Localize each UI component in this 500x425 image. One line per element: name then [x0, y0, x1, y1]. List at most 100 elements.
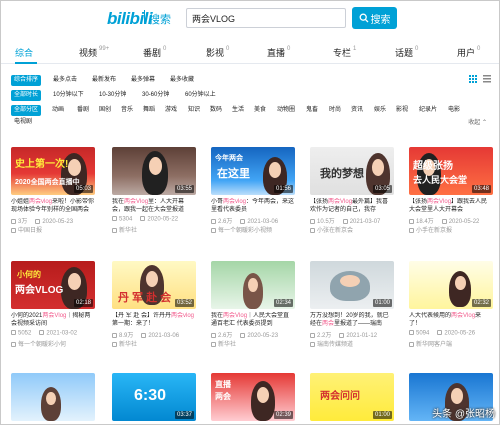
- tab-video[interactable]: 视频 99+: [79, 46, 109, 59]
- grid-view-icon[interactable]: [469, 75, 477, 83]
- list-view-icon[interactable]: [483, 75, 491, 83]
- filter-zone[interactable]: 番剧: [74, 105, 92, 116]
- video-thumbnail[interactable]: 我的梦想 03:05: [310, 147, 394, 195]
- tab-bangumi[interactable]: 番剧 0: [143, 46, 166, 59]
- video-card[interactable]: 直播 两会 02:39: [211, 373, 295, 421]
- video-thumbnail[interactable]: 02:34: [211, 261, 295, 309]
- video-card[interactable]: 6:30 03:37: [112, 373, 196, 421]
- video-author[interactable]: 每一个朝暖彩小何: [11, 339, 95, 348]
- filter-zone[interactable]: 电影: [445, 105, 463, 116]
- order-filter-row: 综合排序 最多点击 最新发布 最多弹幕 最多收藏: [1, 75, 499, 87]
- video-thumbnail[interactable]: 02:32: [409, 261, 493, 309]
- video-title[interactable]: 小哥两会vlog：今年两会，来这里看代表委员: [211, 198, 295, 214]
- tab-all[interactable]: 综合: [15, 46, 33, 59]
- filter-duration-10-30[interactable]: 10-30分钟: [96, 90, 129, 101]
- filter-order-favorites[interactable]: 最多收藏: [167, 75, 197, 86]
- tab-topic[interactable]: 话题 0: [395, 46, 418, 59]
- video-card[interactable]: 超级张扬 去人民大会堂 03:48 【张扬两会Vlog】跟我去人民大会堂里人大开幕会 1…: [409, 147, 493, 235]
- search-input[interactable]: [186, 8, 346, 28]
- filter-zone[interactable]: 国创: [96, 105, 114, 116]
- video-card[interactable]: 我的梦想 03:05 【张扬两会Vlog最外篇】我喜欢作为记者的自己，我存 10.5万…: [310, 147, 394, 235]
- video-title[interactable]: 小姐姐两会vlog来啦！小影带你现场体验今年别样的全国两会: [11, 198, 95, 214]
- filter-zone[interactable]: 数码: [207, 105, 225, 116]
- video-thumbnail[interactable]: 小何的 两会VLOG 02:18: [11, 261, 95, 309]
- filter-order-newest[interactable]: 最新发布: [89, 75, 119, 86]
- filter-zone[interactable]: 音乐: [118, 105, 136, 116]
- video-author[interactable]: 新华社: [112, 225, 196, 234]
- video-thumbnail[interactable]: 03:55: [112, 147, 196, 195]
- filter-zone[interactable]: 时尚: [326, 105, 344, 116]
- video-thumbnail[interactable]: 今年两会 在这里 01:56: [211, 147, 295, 195]
- video-title[interactable]: 我在两会Vlog｜人民大会堂直通百老汇 代表委员提到: [211, 312, 295, 328]
- tab-article[interactable]: 专栏 1: [333, 46, 356, 59]
- filter-duration-over60[interactable]: 60分钟以上: [182, 90, 219, 101]
- video-author[interactable]: 小张在新京会: [310, 225, 394, 234]
- video-title[interactable]: 我在两会Vlog里：人大开幕会，跟我一起在大会堂报道: [112, 198, 196, 214]
- video-title[interactable]: 【丹 军 赴 会】许丹丹两会vlog 第一期：来了！: [112, 312, 196, 328]
- video-card[interactable]: 小何的 两会VLOG 02:18 小何的2021两会Vlog｜揭秘两会视频采访间 505…: [11, 261, 95, 349]
- filter-order-clicks[interactable]: 最多点击: [50, 75, 80, 86]
- filter-zone[interactable]: 游戏: [162, 105, 180, 116]
- video-author[interactable]: 中国日报: [11, 225, 95, 234]
- video-thumbnail[interactable]: 史上第一次! 2020全国两会直播中 05:03: [11, 147, 95, 195]
- search-button[interactable]: 搜索: [352, 7, 397, 29]
- filter-zone[interactable]: 动画: [49, 105, 67, 116]
- video-card[interactable]: 02:34 我在两会Vlog｜人民大会堂直通百老汇 代表委员提到 2.6万 2020-…: [211, 261, 295, 349]
- bilibili-logo[interactable]: bilibili: [107, 9, 153, 29]
- video-card[interactable]: 02:32 人大代表候用的两会Vlog来了！ 5094 2020-05-26 新华网客户…: [409, 261, 493, 349]
- thumbnail-subtitle-text: 去人民大会堂: [413, 175, 468, 185]
- filter-zone[interactable]: 生活: [229, 105, 247, 116]
- video-author[interactable]: 每一个朝暖彩小视频: [211, 225, 295, 234]
- filter-zone[interactable]: 娱乐: [371, 105, 389, 116]
- video-thumbnail[interactable]: 直播 两会 02:39: [211, 373, 295, 421]
- video-thumbnail[interactable]: 超级张扬 去人民大会堂 03:48: [409, 147, 493, 195]
- filter-duration-30-60[interactable]: 30-60分钟: [139, 90, 172, 101]
- filter-zone[interactable]: 纪录片: [416, 105, 440, 116]
- tab-live[interactable]: 直播 0: [267, 46, 290, 59]
- video-author[interactable]: 新华社: [112, 339, 196, 348]
- video-card[interactable]: 史上第一次! 2020全国两会直播中 05:03 小姐姐两会vlog来啦！小影带你现场…: [11, 147, 95, 235]
- filter-zone-all[interactable]: 全部分区: [11, 105, 42, 116]
- video-title[interactable]: 小何的2021两会Vlog｜揭秘两会视频采访间: [11, 312, 95, 328]
- video-card[interactable]: 03:55 我在两会Vlog里：人大开幕会，跟我一起在大会堂报道 5304 2020-…: [112, 147, 196, 235]
- filter-duration-under10[interactable]: 10分钟以下: [50, 90, 87, 101]
- video-card[interactable]: 今年两会 在这里 01:56 小哥两会vlog：今年两会，来这里看代表委员 2.6万 20…: [211, 147, 295, 235]
- filter-zone[interactable]: 电视剧: [11, 117, 35, 128]
- video-author[interactable]: 小手在新京报: [409, 225, 493, 234]
- video-title[interactable]: 万万没想到！20岁的我，就已经在两会里报道了——瑞南: [310, 312, 394, 328]
- filter-zone[interactable]: 鬼畜: [303, 105, 321, 116]
- video-thumbnail[interactable]: 01:00: [310, 261, 394, 309]
- video-title[interactable]: 人大代表候用的两会Vlog来了！: [409, 312, 493, 328]
- filter-order-default[interactable]: 综合排序: [11, 75, 42, 86]
- tab-film[interactable]: 影视 0: [206, 46, 229, 59]
- filter-order-danmaku[interactable]: 最多弹幕: [128, 75, 158, 86]
- video-thumbnail[interactable]: 两会问问 01:00: [310, 373, 394, 421]
- tab-label: 专栏: [333, 48, 352, 58]
- video-card[interactable]: 01:00 万万没想到！20岁的我，就已经在两会里报道了——瑞南 2.2万 2021-…: [310, 261, 394, 349]
- video-card[interactable]: 两会问问 01:00: [310, 373, 394, 421]
- tab-user[interactable]: 用户 0: [457, 46, 480, 59]
- video-title[interactable]: 【张扬两会Vlog】跟我去人民大会堂里人大开幕会: [409, 198, 493, 214]
- video-card[interactable]: [11, 373, 95, 421]
- thumbnail-subtitle-text: 两会VLOG: [15, 285, 64, 296]
- video-thumbnail[interactable]: 丹 军 赴 会 03:52: [112, 261, 196, 309]
- filter-duration-all[interactable]: 全部时长: [11, 90, 42, 101]
- filter-zone[interactable]: 影视: [393, 105, 411, 116]
- video-author[interactable]: 瑞南传媒频道: [310, 339, 394, 348]
- author-name: 新华社: [119, 228, 138, 234]
- video-card[interactable]: 丹 军 赴 会 03:52 【丹 军 赴 会】许丹丹两会vlog第一期：来了！ 8.9…: [112, 261, 196, 349]
- video-title[interactable]: 【张扬两会Vlog最外篇】我喜欢作为记者的自己，我存: [310, 198, 394, 214]
- video-author[interactable]: 新华社: [211, 339, 295, 348]
- video-thumbnail[interactable]: 6:30 03:37: [112, 373, 196, 421]
- filter-zone[interactable]: 舞蹈: [140, 105, 158, 116]
- video-title-text: 小何的2021: [11, 313, 43, 319]
- filter-zone[interactable]: 知识: [185, 105, 203, 116]
- video-thumbnail[interactable]: [11, 373, 95, 421]
- thumbnail-title-text: 两会问问: [320, 391, 360, 402]
- filter-zone[interactable]: 动物圈: [274, 105, 298, 116]
- tab-label: 直播: [267, 48, 286, 58]
- filter-zone[interactable]: 资讯: [348, 105, 366, 116]
- video-author[interactable]: 新华网客户端: [409, 339, 493, 348]
- collapse-filters-button[interactable]: 收起 ⌃: [468, 117, 487, 126]
- filter-zone[interactable]: 美食: [251, 105, 269, 116]
